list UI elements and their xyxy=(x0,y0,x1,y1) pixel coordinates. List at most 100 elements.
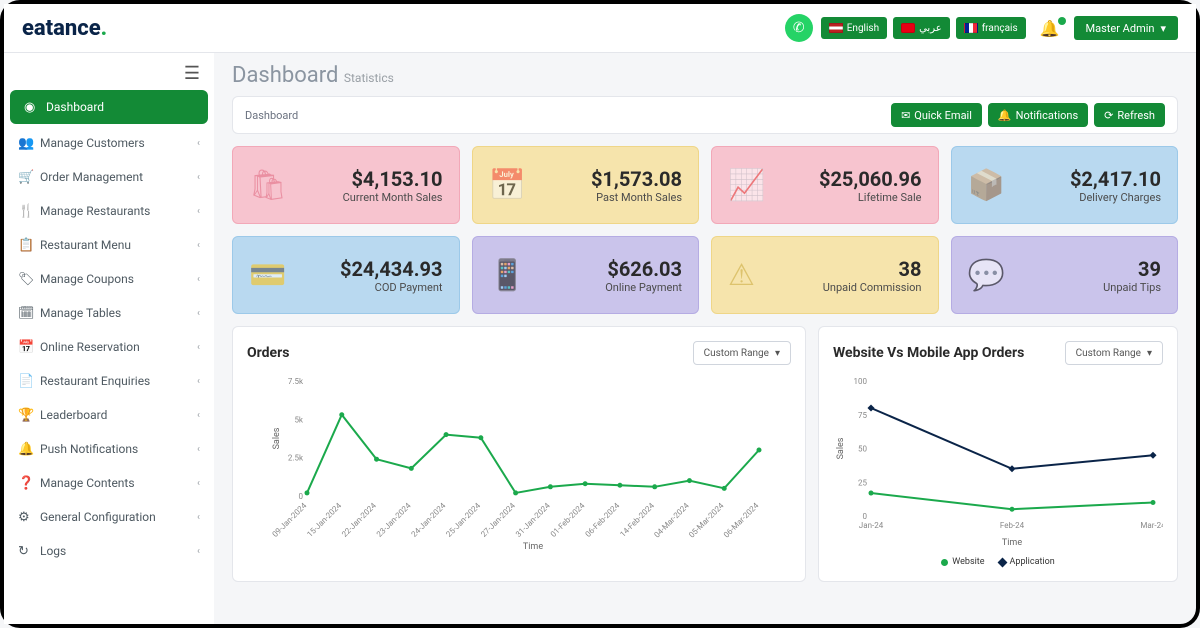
svg-text:25-Jan-2024: 25-Jan-2024 xyxy=(444,501,482,539)
sidebar-item-dashboard[interactable]: ◉Dashboard xyxy=(10,90,208,124)
nav-label: Push Notifications xyxy=(40,442,138,456)
sidebar-item-order-management[interactable]: 🛒Order Management‹ xyxy=(4,160,214,194)
sidebar-item-manage-coupons[interactable]: 🏷Manage Coupons‹ xyxy=(4,262,214,296)
chevron-icon: ‹ xyxy=(197,546,200,557)
svg-text:7.5k: 7.5k xyxy=(288,377,304,386)
notifications-button[interactable]: 🔔Notifications xyxy=(988,103,1088,127)
range-select[interactable]: Custom Range▾ xyxy=(693,341,791,365)
card-value: $1,573.08 xyxy=(591,167,682,191)
sidebar-item-manage-tables[interactable]: 🗓Manage Tables ‹ xyxy=(4,296,214,330)
svg-text:22-Jan-2024: 22-Jan-2024 xyxy=(340,501,378,539)
whatsapp-icon[interactable]: ✆ xyxy=(785,14,813,42)
svg-text:15-Jan-2024: 15-Jan-2024 xyxy=(305,501,343,539)
nav-icon: 📄 xyxy=(18,374,40,389)
sidebar-item-general-configuration[interactable]: ⚙General Configuration‹ xyxy=(4,500,214,534)
page-title: Dashboard Statistics xyxy=(232,63,1178,88)
nav-label: Manage Tables xyxy=(40,306,121,320)
card-icon: 💬 xyxy=(968,258,1005,293)
sidebar-item-push-notifications[interactable]: 🔔Push Notifications‹ xyxy=(4,432,214,466)
web-vs-app-chart: Website Vs Mobile App Orders Custom Rang… xyxy=(818,326,1178,582)
nav-icon: 🍴 xyxy=(18,204,40,219)
svg-text:0: 0 xyxy=(299,492,304,501)
svg-text:23-Jan-2024: 23-Jan-2024 xyxy=(375,501,413,539)
chevron-icon: ‹ xyxy=(197,410,200,421)
refresh-button[interactable]: ⟳Refresh xyxy=(1094,103,1165,127)
chevron-down-icon: ▾ xyxy=(1160,22,1166,35)
sidebar-item-manage-customers[interactable]: 👥Manage Customers‹ xyxy=(4,126,214,160)
breadcrumb: Dashboard xyxy=(245,109,298,122)
svg-text:06-Mar-2024: 06-Mar-2024 xyxy=(722,501,761,540)
nav-label: Manage Customers xyxy=(40,136,145,150)
nav-label: Logs xyxy=(40,544,66,558)
nav-icon: 🛒 xyxy=(18,170,40,185)
main-content: Dashboard Statistics Dashboard ✉Quick Em… xyxy=(214,53,1196,624)
nav-label: Dashboard xyxy=(46,100,104,114)
flag-icon xyxy=(901,23,915,33)
card-label: Unpaid Tips xyxy=(1103,281,1161,294)
stat-card-current-month-sales: 🛍$4,153.10Current Month Sales xyxy=(232,146,460,224)
svg-text:Sales: Sales xyxy=(272,427,282,449)
svg-text:75: 75 xyxy=(858,411,867,420)
svg-text:5k: 5k xyxy=(294,415,303,424)
quick-email-button[interactable]: ✉Quick Email xyxy=(891,103,982,127)
card-icon: 🛍 xyxy=(249,168,287,203)
stat-card-unpaid-tips: 💬 39Unpaid Tips xyxy=(951,236,1179,314)
nav-label: Restaurant Enquiries xyxy=(40,374,150,388)
stat-card-cod-payment: 💳 $24,434.93COD Payment xyxy=(232,236,460,314)
sidebar-item-logs[interactable]: ↻Logs ‹ xyxy=(4,534,214,568)
sidebar-item-online-reservation[interactable]: 📅Online Reservation‹ xyxy=(4,330,214,364)
range-select[interactable]: Custom Range▾ xyxy=(1065,341,1163,365)
stat-card-delivery-charges: 📦$2,417.10Delivery Charges xyxy=(951,146,1179,224)
card-value: 39 xyxy=(1103,257,1161,281)
card-value: $25,060.96 xyxy=(819,167,922,191)
bell-icon: 🔔 xyxy=(998,109,1012,122)
chevron-icon: ‹ xyxy=(197,478,200,489)
card-icon: 📱 xyxy=(489,258,526,293)
svg-text:100: 100 xyxy=(854,377,868,386)
svg-text:04-Mar-2024: 04-Mar-2024 xyxy=(652,501,691,540)
sidebar-item-manage-restaurants[interactable]: 🍴Manage Restaurants ‹ xyxy=(4,194,214,228)
admin-menu[interactable]: Master Admin▾ xyxy=(1074,16,1178,40)
card-icon: ⚠ xyxy=(728,258,755,293)
card-label: COD Payment xyxy=(340,281,443,294)
topbar: eatance. ✆ Englishعربيfrançais 🔔 Master … xyxy=(4,4,1196,52)
sidebar-item-restaurant-menu[interactable]: 📋Restaurant Menu‹ xyxy=(4,228,214,262)
card-value: $24,434.93 xyxy=(340,257,443,281)
svg-text:0: 0 xyxy=(863,512,868,521)
svg-text:Time: Time xyxy=(523,542,543,551)
chevron-icon: ‹ xyxy=(197,274,200,285)
nav-icon: ❓ xyxy=(18,476,40,491)
sidebar-item-restaurant-enquiries[interactable]: 📄Restaurant Enquiries‹ xyxy=(4,364,214,398)
svg-text:Time: Time xyxy=(1002,538,1022,548)
card-icon: 💳 xyxy=(249,258,286,293)
chevron-icon: ‹ xyxy=(197,444,200,455)
nav-icon: 📅 xyxy=(18,340,40,355)
chart-title: Orders xyxy=(247,345,289,361)
chevron-down-icon: ▾ xyxy=(1147,348,1152,359)
svg-text:Feb-24: Feb-24 xyxy=(1000,521,1025,530)
sidebar-item-manage-contents[interactable]: ❓Manage Contents‹ xyxy=(4,466,214,500)
nav-label: Manage Restaurants xyxy=(40,204,150,218)
menu-toggle-icon[interactable]: ☰ xyxy=(4,63,214,90)
chevron-icon: ‹ xyxy=(197,206,200,217)
nav-icon: 👥 xyxy=(18,136,40,151)
lang-us[interactable]: English xyxy=(821,17,887,39)
nav-icon: ⚙ xyxy=(18,510,40,525)
card-value: $626.03 xyxy=(605,257,682,281)
card-label: Past Month Sales xyxy=(591,191,682,204)
nav-icon: ◉ xyxy=(24,100,46,115)
svg-text:Mar-24: Mar-24 xyxy=(1140,521,1163,530)
lang-tn[interactable]: عربي xyxy=(893,17,950,39)
svg-text:05-Mar-2024: 05-Mar-2024 xyxy=(687,501,726,540)
chevron-icon: ‹ xyxy=(197,308,200,319)
sidebar-item-leaderboard[interactable]: 🏆Leaderboard‹ xyxy=(4,398,214,432)
lang-fr[interactable]: français xyxy=(956,17,1026,39)
mail-icon: ✉ xyxy=(901,109,910,122)
svg-text:Sales: Sales xyxy=(836,437,846,459)
nav-icon: ↻ xyxy=(18,544,40,559)
refresh-icon: ⟳ xyxy=(1104,109,1113,122)
nav-icon: 🗓 xyxy=(18,306,40,321)
bell-icon[interactable]: 🔔 xyxy=(1034,19,1066,38)
card-value: $4,153.10 xyxy=(343,167,443,191)
stat-card-past-month-sales: 📅$1,573.08Past Month Sales xyxy=(472,146,700,224)
